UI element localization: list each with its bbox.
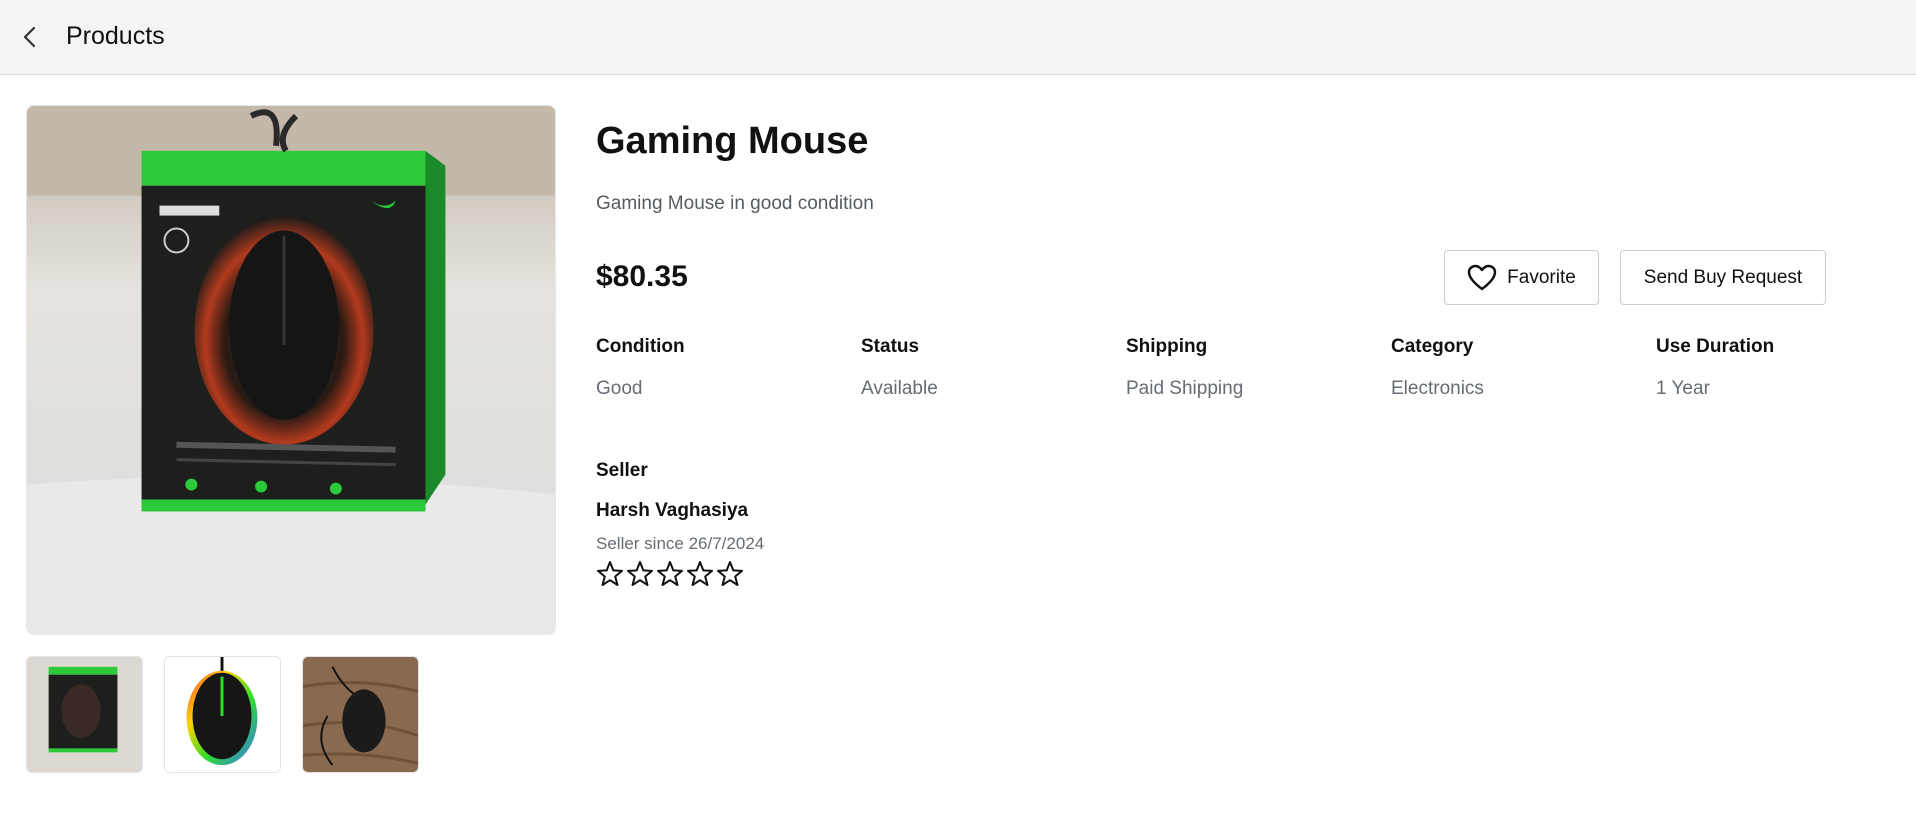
star-icon xyxy=(687,561,713,586)
star-icon xyxy=(627,561,653,586)
page-title: Products xyxy=(66,22,165,50)
attribute-status: Status Available xyxy=(861,336,1101,400)
seller-name: Harsh Vaghasiya xyxy=(596,500,749,521)
product-title: Gaming Mouse xyxy=(596,120,869,162)
top-bar: Products xyxy=(0,0,1916,75)
attribute-value: Electronics xyxy=(1391,378,1484,399)
send-buy-request-button[interactable]: Send Buy Request xyxy=(1620,250,1826,305)
seller-since: Seller since 26/7/2024 xyxy=(596,534,765,553)
attribute-value: Good xyxy=(596,378,643,399)
product-price: $80.35 xyxy=(596,260,688,293)
favorite-label: Favorite xyxy=(1507,266,1576,288)
product-description: Gaming Mouse in good condition xyxy=(596,193,874,214)
attribute-label: Status xyxy=(861,336,920,357)
star-icon xyxy=(597,561,623,586)
thumbnail-boxed[interactable] xyxy=(26,656,143,773)
attribute-value: 1 Year xyxy=(1656,378,1710,399)
attribute-use-duration: Use Duration 1 Year xyxy=(1656,336,1896,400)
attribute-value: Available xyxy=(861,378,938,399)
favorite-button[interactable]: Favorite xyxy=(1444,250,1599,305)
back-button[interactable] xyxy=(18,24,44,50)
attribute-label: Shipping xyxy=(1126,336,1208,357)
attribute-label: Category xyxy=(1391,336,1474,357)
chevron-left-icon xyxy=(23,26,36,48)
thumbnail-rgb-mouse[interactable] xyxy=(164,656,281,773)
attribute-condition: Condition Good xyxy=(596,336,836,400)
attribute-category: Category Electronics xyxy=(1391,336,1631,400)
thumbnail-mouse-on-wood[interactable] xyxy=(302,656,419,773)
heart-icon xyxy=(1467,264,1497,291)
attribute-label: Use Duration xyxy=(1656,336,1775,357)
seller-heading: Seller xyxy=(596,460,648,481)
attribute-label: Condition xyxy=(596,336,685,357)
main-product-image xyxy=(26,105,556,635)
attribute-value: Paid Shipping xyxy=(1126,378,1244,399)
seller-rating xyxy=(596,560,746,588)
star-icon xyxy=(657,561,683,586)
attribute-shipping: Shipping Paid Shipping xyxy=(1126,336,1366,400)
star-icon xyxy=(717,561,743,586)
